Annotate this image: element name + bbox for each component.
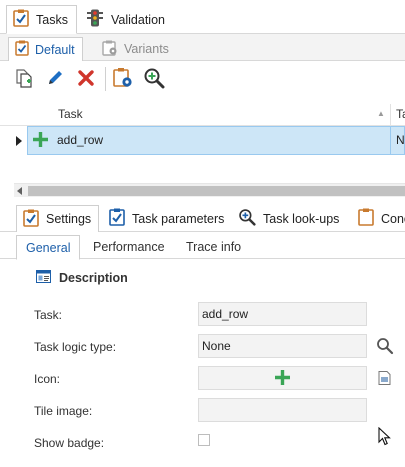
copy-icon <box>14 68 34 91</box>
tab-general[interactable]: General <box>16 235 81 260</box>
delete-button[interactable] <box>74 67 98 91</box>
tasks-clipboard-icon <box>13 9 29 30</box>
column-header-task[interactable]: Task <box>58 107 83 121</box>
column-divider[interactable] <box>390 104 391 126</box>
tab-task-lookups-label: Task look-ups <box>263 211 340 226</box>
description-title: Description <box>59 271 128 285</box>
main-tab-strip: Tasks Validation <box>0 0 405 34</box>
variant-tab-strip: Default Variants <box>0 34 405 62</box>
tab-task-parameters[interactable]: Task parameters <box>103 205 231 232</box>
column-header-second[interactable]: Ta <box>396 107 405 121</box>
tab-default[interactable]: Default <box>8 37 83 62</box>
delete-x-icon <box>77 69 95 90</box>
scrollbar-thumb[interactable] <box>28 186 405 196</box>
variants-gear-icon <box>102 40 118 59</box>
icon-field-label: Icon: <box>34 372 61 386</box>
tab-variants-label: Variants <box>124 42 169 56</box>
clipboard-gear-icon <box>112 67 134 92</box>
id-card-icon <box>36 270 51 286</box>
tab-validation-label: Validation <box>111 12 165 27</box>
traffic-light-icon <box>86 9 104 30</box>
horizontal-scrollbar[interactable] <box>14 183 405 197</box>
tab-default-label: Default <box>35 42 75 57</box>
green-plus-icon <box>274 369 291 389</box>
pencil-icon <box>45 68 65 91</box>
row-second-value: No <box>396 133 405 147</box>
mouse-cursor-icon <box>378 426 391 449</box>
task-field[interactable]: add_row <box>198 302 367 326</box>
tile-image-field[interactable] <box>198 398 367 422</box>
scroll-left-icon[interactable] <box>17 187 22 195</box>
tab-variants[interactable]: Variants <box>96 37 176 61</box>
toolbar-divider <box>105 67 106 91</box>
tab-task-lookups[interactable]: Task look-ups <box>232 205 346 232</box>
tab-conditions-label: Conc <box>381 211 405 226</box>
show-badge-label: Show badge: <box>34 436 105 450</box>
task-toolbar <box>0 61 405 97</box>
details-tab-strip: Settings Task parameters Task look-ups C… <box>0 201 405 233</box>
task-logic-type-field[interactable]: None <box>198 334 367 358</box>
magnifier-plus-icon <box>143 67 165 92</box>
cell-divider <box>390 126 391 155</box>
grid-header: Task ▲ Ta <box>0 104 405 126</box>
clipboard-check-blue-icon <box>109 208 125 229</box>
tab-performance[interactable]: Performance <box>84 235 174 259</box>
tab-tasks[interactable]: Tasks <box>6 5 77 34</box>
task-logic-type-label: Task logic type: <box>34 340 117 354</box>
description-section-header: Description <box>36 270 128 286</box>
table-row[interactable]: add_row No <box>0 126 405 155</box>
image-picker-icon[interactable] <box>378 371 391 388</box>
clipboard-icon <box>358 208 374 229</box>
tab-task-parameters-label: Task parameters <box>132 211 225 226</box>
task-settings-button[interactable] <box>111 67 135 91</box>
tab-settings[interactable]: Settings <box>16 205 100 233</box>
icon-field[interactable] <box>198 366 367 390</box>
task-field-label: Task: <box>34 308 63 322</box>
tab-trace-info[interactable]: Trace info <box>177 235 250 259</box>
clipboard-check-icon <box>23 209 39 230</box>
edit-button[interactable] <box>43 67 67 91</box>
clipboard-check-icon <box>15 40 29 59</box>
copy-button[interactable] <box>12 67 36 91</box>
row-task-name: add_row <box>57 133 104 147</box>
green-plus-icon <box>32 131 49 151</box>
task-lookup-button[interactable] <box>142 67 166 91</box>
tab-tasks-label: Tasks <box>36 12 68 27</box>
sort-ascending-icon: ▲ <box>377 109 385 118</box>
tab-conditions[interactable]: Conc <box>352 205 405 232</box>
task-grid: Task ▲ Ta add_row No <box>0 97 405 183</box>
search-icon[interactable] <box>376 337 394 358</box>
settings-tab-strip: General Performance Trace info <box>0 232 405 260</box>
tab-validation[interactable]: Validation <box>80 6 173 33</box>
magnifier-plus-icon <box>238 208 256 229</box>
tab-settings-label: Settings <box>46 212 92 226</box>
tile-image-label: Tile image: <box>34 404 93 418</box>
current-row-indicator-icon <box>16 136 22 146</box>
show-badge-checkbox[interactable] <box>198 434 210 446</box>
